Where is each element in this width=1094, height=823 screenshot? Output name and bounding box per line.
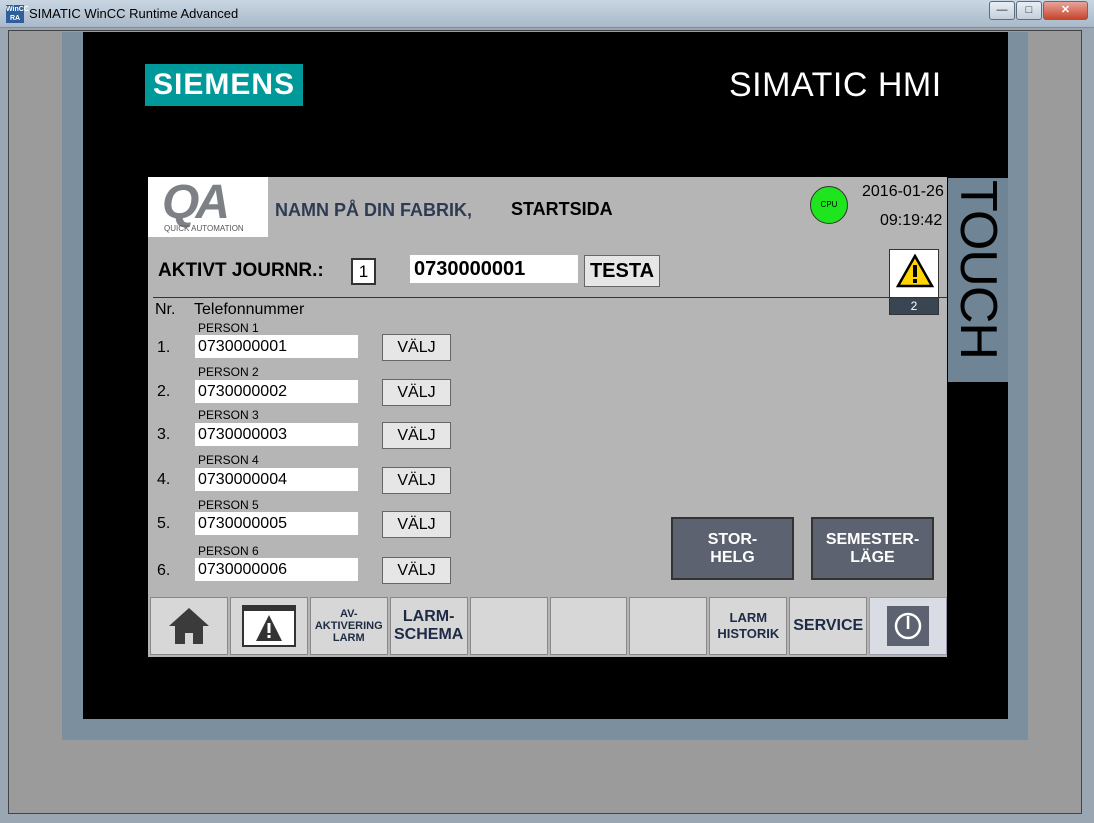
maximize-button[interactable]: □ — [1016, 1, 1042, 20]
window-title: SIMATIC WinCC Runtime Advanced — [29, 6, 239, 21]
person-label: PERSON 3 — [198, 408, 259, 422]
alarm-history-label-line1: LARM — [729, 610, 768, 625]
person-label: PERSON 6 — [198, 544, 259, 558]
phone-field[interactable]: 0730000002 — [195, 380, 358, 403]
alarm-count: 2 — [890, 298, 938, 314]
deactivate-label-line1: AV- — [340, 608, 358, 620]
power-icon — [887, 606, 930, 646]
phone-field[interactable]: 0730000005 — [195, 512, 358, 535]
semester-label-line2: LÄGE — [850, 548, 895, 566]
active-phone-number: 0730000001 — [410, 255, 578, 283]
date-display: 2016-01-26 — [862, 183, 944, 200]
home-button[interactable] — [150, 597, 228, 655]
alarm-indicator[interactable]: 2 — [889, 249, 939, 315]
warning-icon — [896, 254, 934, 288]
active-journal-number[interactable]: 1 — [351, 258, 376, 285]
page-title: STARTSIDA — [511, 199, 613, 219]
deactivate-label-line3: LARM — [332, 632, 365, 644]
select-button[interactable]: VÄLJ — [382, 334, 451, 361]
nav-empty-button-3[interactable] — [629, 597, 708, 655]
navigation-bar: AV- AKTIVERING LARM LARM- SCHEMA LARM HI… — [148, 597, 948, 657]
home-icon — [168, 608, 209, 644]
row-number: 1. — [157, 339, 171, 356]
select-button[interactable]: VÄLJ — [382, 379, 451, 406]
select-button[interactable]: VÄLJ — [382, 422, 451, 449]
siemens-logo: SIEMENS — [145, 64, 303, 106]
phone-field[interactable]: 0730000004 — [195, 468, 358, 491]
phone-field[interactable]: 0730000001 — [195, 335, 358, 358]
simatic-hmi-label: SIMATIC HMI — [729, 66, 942, 104]
minimize-button[interactable]: — — [989, 1, 1015, 20]
select-button[interactable]: VÄLJ — [382, 511, 451, 538]
alarm-schedule-label-line1: LARM- — [402, 608, 455, 625]
qa-logo-subtitle: QUICK AUTOMATION — [164, 224, 244, 233]
column-header-phone: Telefonnummer — [194, 301, 305, 318]
service-label: SERVICE — [793, 617, 864, 634]
row-number: 2. — [157, 383, 171, 400]
active-journal-label: AKTIVT JOURNR.: — [158, 260, 324, 281]
semester-mode-button[interactable]: SEMESTER- LÄGE — [811, 517, 934, 580]
storhelg-label-line2: HELG — [710, 548, 755, 566]
semester-label-line1: SEMESTER- — [825, 530, 920, 548]
alarm-history-button[interactable]: LARM HISTORIK — [709, 597, 788, 655]
column-header-nr: Nr. — [155, 301, 176, 318]
deactivate-alarm-button[interactable]: AV- AKTIVERING LARM — [309, 597, 388, 655]
person-label: PERSON 5 — [198, 498, 259, 512]
service-button[interactable]: SERVICE — [789, 597, 868, 655]
alarm-window-button[interactable] — [229, 597, 308, 655]
row-number: 4. — [157, 471, 171, 488]
nav-empty-button-2[interactable] — [549, 597, 628, 655]
window-titlebar[interactable]: WinCC RA SIMATIC WinCC Runtime Advanced … — [0, 0, 1094, 28]
close-window-button[interactable]: ✕ — [1043, 1, 1088, 20]
storhelg-button[interactable]: STOR- HELG — [671, 517, 794, 580]
touch-label: TOUCH — [949, 180, 1007, 359]
storhelg-label-line1: STOR- — [707, 530, 758, 548]
select-button[interactable]: VÄLJ — [382, 557, 451, 584]
phone-field[interactable]: 0730000003 — [195, 423, 358, 446]
test-button[interactable]: TESTA — [584, 255, 660, 287]
nav-empty-button-1[interactable] — [469, 597, 548, 655]
cpu-status-indicator: CPU — [810, 186, 848, 224]
header-divider — [153, 297, 947, 298]
quick-automation-logo: QA QUICK AUTOMATION — [148, 176, 268, 237]
window-controls: — □ ✕ — [989, 1, 1088, 20]
app-window: WinCC RA SIMATIC WinCC Runtime Advanced … — [0, 0, 1094, 823]
power-button[interactable] — [869, 597, 948, 655]
person-label: PERSON 4 — [198, 453, 259, 467]
row-number: 5. — [157, 515, 171, 532]
row-number: 6. — [157, 562, 171, 579]
factory-name: NAMN PÅ DIN FABRIK, — [275, 200, 472, 220]
hmi-screen — [148, 177, 947, 657]
alarm-schedule-button[interactable]: LARM- SCHEMA — [389, 597, 468, 655]
phone-field[interactable]: 0730000006 — [195, 558, 358, 581]
deactivate-label-line2: AKTIVERING — [314, 620, 383, 632]
person-label: PERSON 2 — [198, 365, 259, 379]
person-label: PERSON 1 — [198, 321, 259, 335]
alarm-history-label-line2: HISTORIK — [717, 626, 780, 641]
select-button[interactable]: VÄLJ — [382, 467, 451, 494]
wincc-app-icon: WinCC RA — [6, 5, 29, 23]
alarm-window-icon — [241, 605, 296, 647]
qa-logo-text: QA — [162, 176, 230, 229]
time-display: 09:19:42 — [880, 212, 943, 229]
row-number: 3. — [157, 426, 171, 443]
alarm-schedule-label-line2: SCHEMA — [394, 626, 464, 643]
